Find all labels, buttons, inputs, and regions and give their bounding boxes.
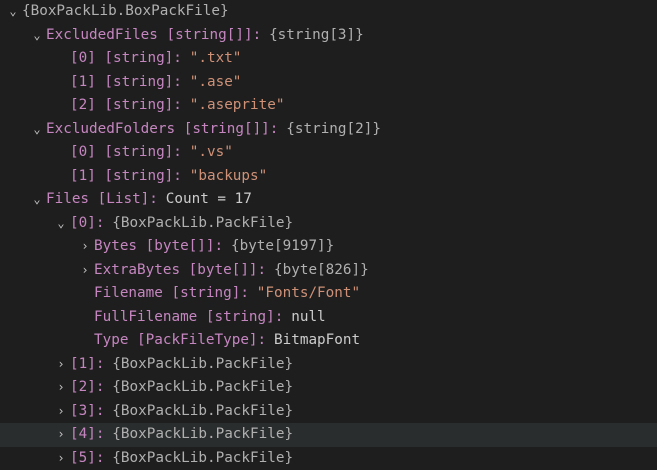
variable-value: ".ase" <box>190 74 242 90</box>
variable-name: Files [List] <box>46 191 149 207</box>
variable-value: ".vs" <box>190 144 233 160</box>
variable-name: [2] <box>70 379 96 395</box>
name-value-separator: : <box>253 27 262 43</box>
variable-value: {BoxPackLib.PackFile} <box>112 215 293 231</box>
variable-value: "Fonts/Font" <box>257 285 360 301</box>
tree-row[interactable]: [0] [string]: ".txt" <box>0 47 657 71</box>
tree-row[interactable]: ›[3]: {BoxPackLib.PackFile} <box>0 400 657 424</box>
variable-value: {string[3]} <box>269 27 364 43</box>
variable-value: Count = 17 <box>166 191 252 207</box>
variable-name: Filename [string] <box>94 285 240 301</box>
tree-row[interactable]: FullFilename [string]: null <box>0 306 657 330</box>
name-value-separator: : <box>215 238 224 254</box>
variable-value: {string[2]} <box>286 121 381 137</box>
chevron-right-icon[interactable]: › <box>52 353 70 377</box>
name-value-separator: : <box>173 74 182 90</box>
chevron-right-icon[interactable]: › <box>52 423 70 447</box>
variable-value: "backups" <box>190 168 267 184</box>
variable-name: [3] <box>70 403 96 419</box>
variable-name: [1] [string] <box>70 168 173 184</box>
variable-value: BitmapFont <box>274 332 360 348</box>
variable-value: {byte[826]} <box>274 262 369 278</box>
tree-row[interactable]: ›[1]: {BoxPackLib.PackFile} <box>0 353 657 377</box>
name-value-separator: : <box>270 121 279 137</box>
tree-row[interactable]: ⌄Files [List]: Count = 17 <box>0 188 657 212</box>
variable-value: ".aseprite" <box>190 97 285 113</box>
variable-name: [2] [string] <box>70 97 173 113</box>
variable-value: {BoxPackLib.PackFile} <box>112 379 293 395</box>
name-value-separator: : <box>173 168 182 184</box>
variable-name: Bytes [byte[]] <box>94 238 215 254</box>
tree-row[interactable]: Filename [string]: "Fonts/Font" <box>0 282 657 306</box>
name-value-separator: : <box>96 356 105 372</box>
name-value-separator: : <box>258 262 267 278</box>
variable-name: FullFilename [string] <box>94 309 275 325</box>
tree-row[interactable]: ›[4]: {BoxPackLib.PackFile} <box>0 423 657 447</box>
chevron-right-icon[interactable]: › <box>76 235 94 259</box>
name-value-separator: : <box>96 215 105 231</box>
variable-value: {BoxPackLib.PackFile} <box>112 426 293 442</box>
variables-tree: ⌄{BoxPackLib.BoxPackFile}⌄ExcludedFiles … <box>0 0 657 460</box>
variable-name: [1] [string] <box>70 74 173 90</box>
chevron-right-icon[interactable]: › <box>52 376 70 400</box>
tree-row[interactable]: ›[2]: {BoxPackLib.PackFile} <box>0 376 657 400</box>
chevron-down-icon[interactable]: ⌄ <box>4 0 22 24</box>
tree-row[interactable]: [1] [string]: "backups" <box>0 165 657 189</box>
variable-name: [5] <box>70 450 96 466</box>
chevron-down-icon[interactable]: ⌄ <box>28 24 46 48</box>
name-value-separator: : <box>275 309 284 325</box>
name-value-separator: : <box>173 144 182 160</box>
name-value-separator: : <box>96 379 105 395</box>
variable-name: ExcludedFiles [string[]] <box>46 27 253 43</box>
variable-value: {BoxPackLib.PackFile} <box>112 356 293 372</box>
name-value-separator: : <box>173 97 182 113</box>
name-value-separator: : <box>173 50 182 66</box>
variable-name: [0] [string] <box>70 50 173 66</box>
name-value-separator: : <box>149 191 158 207</box>
variable-value: {BoxPackLib.PackFile} <box>112 450 293 466</box>
chevron-right-icon[interactable]: › <box>52 447 70 470</box>
tree-row[interactable]: ⌄ExcludedFiles [string[]]: {string[3]} <box>0 24 657 48</box>
chevron-down-icon[interactable]: ⌄ <box>28 188 46 212</box>
tree-row[interactable]: ⌄ExcludedFolders [string[]]: {string[2]} <box>0 118 657 142</box>
name-value-separator: : <box>96 426 105 442</box>
variable-value: {BoxPackLib.PackFile} <box>112 403 293 419</box>
tree-row[interactable]: Type [PackFileType]: BitmapFont <box>0 329 657 353</box>
variable-name: [1] <box>70 356 96 372</box>
chevron-down-icon[interactable]: ⌄ <box>52 212 70 236</box>
chevron-right-icon[interactable]: › <box>76 259 94 283</box>
chevron-right-icon[interactable]: › <box>52 400 70 424</box>
variable-name: ExcludedFolders [string[]] <box>46 121 270 137</box>
variable-value: {byte[9197]} <box>231 238 334 254</box>
tree-row[interactable]: ›ExtraBytes [byte[]]: {byte[826]} <box>0 259 657 283</box>
variable-value: null <box>291 309 325 325</box>
tree-row[interactable]: [1] [string]: ".ase" <box>0 71 657 95</box>
tree-row[interactable]: [0] [string]: ".vs" <box>0 141 657 165</box>
name-value-separator: : <box>96 450 105 466</box>
variable-name: [4] <box>70 426 96 442</box>
variable-value: ".txt" <box>190 50 242 66</box>
variable-name: [0] <box>70 215 96 231</box>
tree-row[interactable]: ⌄[0]: {BoxPackLib.PackFile} <box>0 212 657 236</box>
variable-value: {BoxPackLib.BoxPackFile} <box>22 3 229 19</box>
chevron-down-icon[interactable]: ⌄ <box>28 118 46 142</box>
name-value-separator: : <box>96 403 105 419</box>
name-value-separator: : <box>258 332 267 348</box>
variable-name: ExtraBytes [byte[]] <box>94 262 258 278</box>
tree-row[interactable]: [2] [string]: ".aseprite" <box>0 94 657 118</box>
tree-row[interactable]: ⌄{BoxPackLib.BoxPackFile} <box>0 0 657 24</box>
variable-name: [0] [string] <box>70 144 173 160</box>
tree-row[interactable]: ›[5]: {BoxPackLib.PackFile} <box>0 447 657 470</box>
name-value-separator: : <box>240 285 249 301</box>
tree-row[interactable]: ›Bytes [byte[]]: {byte[9197]} <box>0 235 657 259</box>
variable-name: Type [PackFileType] <box>94 332 258 348</box>
